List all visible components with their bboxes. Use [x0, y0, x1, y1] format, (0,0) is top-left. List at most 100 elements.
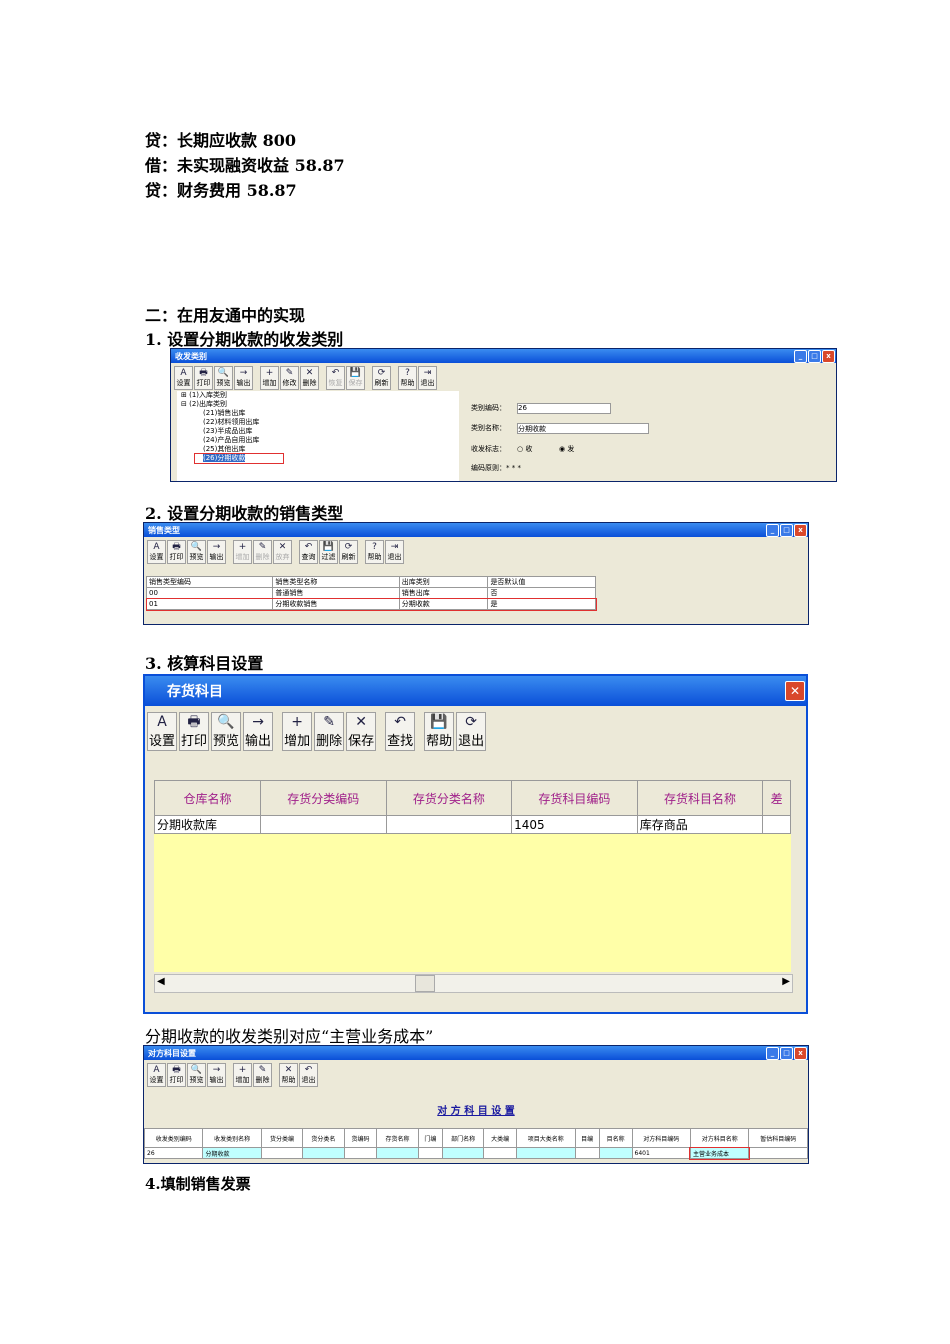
radio-out[interactable]: ◉ 发	[559, 444, 574, 454]
column-header[interactable]: 门编	[417, 1128, 443, 1148]
toolbar-button[interactable]: ⟳ 刷新	[372, 366, 391, 390]
column-header[interactable]: 目名称	[598, 1128, 633, 1148]
toolbar-button[interactable]: ⇥ 退出	[418, 366, 437, 390]
toolbar-button[interactable]: ? 帮助	[365, 540, 384, 564]
toolbar-button[interactable]: 💾 帮助	[424, 712, 455, 751]
column-header[interactable]: 销售类型编码	[145, 576, 274, 588]
toolbar-button[interactable]: → 输出	[207, 1063, 226, 1087]
scroll-left-icon[interactable]: ◀	[157, 976, 165, 987]
table-cell[interactable]: 00	[145, 587, 274, 599]
column-header[interactable]: 暂估科目编码	[748, 1128, 808, 1148]
toolbar-button[interactable]: + 增加	[233, 540, 252, 564]
toolbar-button[interactable]: 🖶 打印	[167, 1063, 186, 1087]
column-header[interactable]: 存货科目名称	[636, 780, 764, 816]
tree-node[interactable]: (25)其他出库	[177, 445, 459, 454]
radio-in[interactable]: ○ 收	[517, 444, 532, 454]
column-header[interactable]: 销售类型名称	[272, 576, 400, 588]
toolbar-button[interactable]: → 输出	[243, 712, 274, 751]
toolbar-button[interactable]: 💾 保存	[346, 366, 365, 390]
table-row[interactable]: 分期收款库 1405 库存商品	[154, 815, 791, 834]
table-cell[interactable]: 分期收款	[202, 1147, 262, 1159]
tree-node[interactable]: (21)销售出库	[177, 409, 459, 418]
close-button[interactable]: ✕	[785, 681, 805, 701]
table-cell[interactable]: 销售出库	[398, 587, 489, 599]
table-cell[interactable]: 分期收款销售	[272, 598, 400, 610]
table-cell[interactable]: 库存商品	[636, 815, 764, 834]
name-input[interactable]: 分期收款	[517, 423, 649, 434]
tree-node[interactable]: (23)半成品出库	[177, 427, 459, 436]
toolbar-button[interactable]: 🖶 打印	[194, 366, 213, 390]
column-header[interactable]: 存货分类编码	[260, 780, 387, 816]
table-cell[interactable]	[483, 1147, 518, 1159]
close-button[interactable]: x	[822, 349, 835, 363]
column-header[interactable]: 出库类别	[398, 576, 489, 588]
scroll-thumb[interactable]	[415, 975, 435, 992]
column-header[interactable]: 目编	[574, 1128, 600, 1148]
maximize-button[interactable]: □	[780, 1046, 793, 1060]
column-header[interactable]: 差	[762, 780, 791, 816]
toolbar-button[interactable]: A 设置	[147, 540, 166, 564]
column-header[interactable]: 是否默认值	[487, 576, 596, 588]
toolbar-button[interactable]: ✕ 放弃	[273, 540, 292, 564]
table-cell[interactable]: 26	[144, 1147, 204, 1159]
toolbar-button[interactable]: ⟳ 退出	[456, 712, 487, 751]
table-cell[interactable]	[441, 1147, 485, 1159]
toolbar-button[interactable]: A 设置	[147, 1063, 166, 1087]
column-header[interactable]: 收发类别名称	[202, 1128, 262, 1148]
close-button[interactable]: x	[794, 1046, 807, 1060]
toolbar-button[interactable]: ✕ 帮助	[279, 1063, 298, 1087]
toolbar-button[interactable]: ? 帮助	[398, 366, 417, 390]
table-cell[interactable]	[762, 815, 791, 834]
tree-node[interactable]: ⊞ (1)入库类别	[177, 391, 459, 400]
table-row[interactable]: 26 分期收款 6401 主营业务成本	[144, 1146, 808, 1160]
tree-node[interactable]: (26)分期收款	[194, 453, 284, 464]
toolbar-button[interactable]: ✕ 删除	[300, 366, 319, 390]
code-input[interactable]: 26	[517, 403, 611, 414]
column-header[interactable]: 部门名称	[441, 1128, 485, 1148]
column-header[interactable]: 仓库名称	[154, 780, 261, 816]
table-cell[interactable]: 主营业务成本	[689, 1146, 750, 1160]
table-cell[interactable]	[385, 815, 513, 834]
toolbar-button[interactable]: + 增加	[233, 1063, 252, 1087]
toolbar-button[interactable]: → 输出	[234, 366, 253, 390]
table-cell[interactable]	[598, 1147, 633, 1159]
toolbar-button[interactable]: 💾 过滤	[319, 540, 338, 564]
column-header[interactable]: 对方科目名称	[689, 1128, 750, 1148]
scroll-right-icon[interactable]: ▶	[782, 976, 790, 987]
minimize-button[interactable]: _	[794, 349, 807, 363]
table-cell[interactable]: 否	[487, 587, 596, 599]
toolbar-button[interactable]: ⇥ 退出	[385, 540, 404, 564]
maximize-button[interactable]: □	[808, 349, 821, 363]
table-cell[interactable]	[376, 1147, 419, 1159]
table-cell[interactable]: 分期收款库	[154, 815, 261, 834]
tree-node[interactable]: (24)产品自用出库	[177, 436, 459, 445]
table-cell[interactable]: 1405	[511, 815, 638, 834]
table-cell[interactable]: 普通销售	[272, 587, 400, 599]
table-cell[interactable]: 01	[145, 598, 274, 610]
toolbar-button[interactable]: 🔍 预览	[187, 1063, 206, 1087]
column-header[interactable]: 收发类别编码	[144, 1128, 204, 1148]
toolbar-button[interactable]: ↶ 退出	[299, 1063, 318, 1087]
toolbar-button[interactable]: ↶ 查询	[299, 540, 318, 564]
toolbar-button[interactable]: ✎ 删除	[253, 540, 272, 564]
column-header[interactable]: 货分类编	[260, 1128, 304, 1148]
toolbar-button[interactable]: 🖶 打印	[179, 712, 210, 751]
toolbar-button[interactable]: A 设置	[147, 712, 178, 751]
toolbar-button[interactable]: 🔍 预览	[214, 366, 233, 390]
minimize-button[interactable]: _	[766, 1046, 779, 1060]
toolbar-button[interactable]: ✎ 删除	[253, 1063, 272, 1087]
table-cell[interactable]	[302, 1147, 345, 1159]
table-cell[interactable]	[260, 1147, 304, 1159]
tree-node[interactable]: ⊟ (2)出库类别	[177, 400, 459, 409]
table-row[interactable]: 01 分期收款销售 分期收款是	[145, 597, 597, 611]
toolbar-button[interactable]: → 输出	[207, 540, 226, 564]
toolbar-button[interactable]: ✎ 删除	[314, 712, 345, 751]
table-cell[interactable]	[417, 1147, 443, 1159]
table-cell[interactable]	[343, 1147, 378, 1159]
minimize-button[interactable]: _	[766, 523, 779, 537]
table-cell[interactable]	[574, 1147, 600, 1159]
column-header[interactable]: 存货分类名称	[385, 780, 513, 816]
toolbar-button[interactable]: 🔍 预览	[211, 712, 242, 751]
toolbar-button[interactable]: 🖶 打印	[167, 540, 186, 564]
column-header[interactable]: 对方科目编码	[631, 1128, 691, 1148]
